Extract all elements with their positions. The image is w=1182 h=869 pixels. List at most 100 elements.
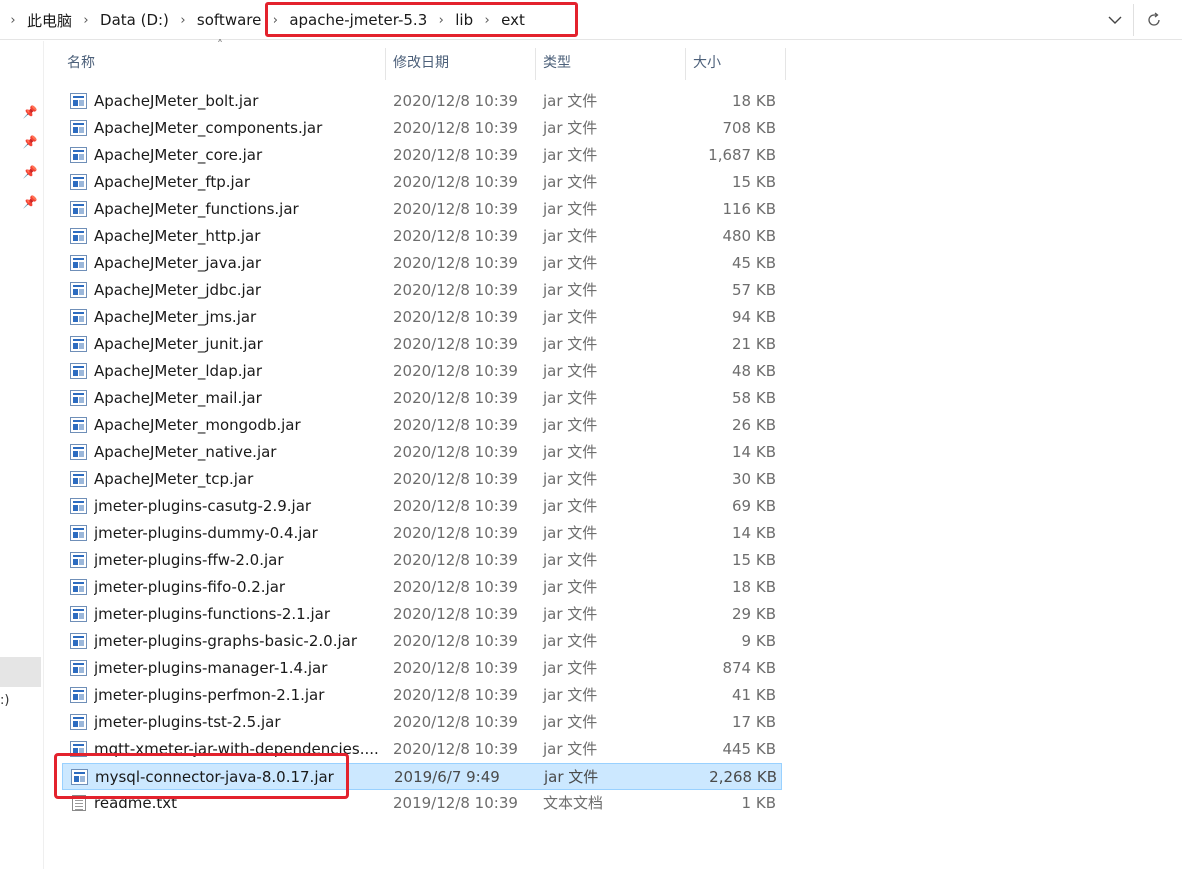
column-header-modified[interactable]: 修改日期 [386, 44, 535, 80]
jar-file-icon [70, 525, 87, 541]
file-row[interactable]: jmeter-plugins-fifo-0.2.jar 2020/12/8 10:… [62, 574, 782, 601]
file-row[interactable]: ApacheJMeter_http.jar 2020/12/8 10:39 jar … [62, 223, 782, 250]
file-modified-date: 2020/12/8 10:39 [393, 551, 518, 569]
file-type: jar 文件 [543, 713, 598, 731]
file-row[interactable]: ApacheJMeter_mail.jar 2020/12/8 10:39 jar … [62, 385, 782, 412]
file-name: ApacheJMeter_functions.jar [94, 200, 299, 218]
file-size: 45 KB [732, 254, 776, 272]
chevron-right-icon[interactable]: › [266, 13, 284, 28]
file-name: jmeter-plugins-ffw-2.0.jar [94, 551, 284, 569]
file-modified-date: 2020/12/8 10:39 [393, 740, 518, 758]
nav-selected-item[interactable] [0, 657, 41, 687]
text-file-icon [72, 795, 86, 811]
file-name: ApacheJMeter_java.jar [94, 254, 262, 272]
file-row[interactable]: ApacheJMeter_functions.jar 2020/12/8 10:3… [62, 196, 782, 223]
file-row[interactable]: jmeter-plugins-graphs-basic-2.0.jar 2020/… [62, 628, 782, 655]
file-row[interactable]: jmeter-plugins-manager-1.4.jar 2020/12/8 … [62, 655, 782, 682]
file-name: ApacheJMeter_http.jar [94, 227, 261, 245]
file-row[interactable]: ApacheJMeter_core.jar 2020/12/8 10:39 jar … [62, 142, 782, 169]
file-modified-date: 2020/12/8 10:39 [393, 470, 518, 488]
file-size: 58 KB [732, 389, 776, 407]
chevron-right-icon[interactable]: › [478, 13, 496, 28]
breadcrumb-apache-jmeter[interactable]: apache-jmeter-5.3 [284, 11, 432, 29]
file-type: jar 文件 [543, 497, 598, 515]
file-name: mysql-connector-java-8.0.17.jar [95, 768, 334, 786]
file-row[interactable]: mqtt-xmeter-jar-with-dependencies.... 202… [62, 736, 782, 763]
file-row[interactable]: ApacheJMeter_tcp.jar 2020/12/8 10:39 jar 文… [62, 466, 782, 493]
column-divider[interactable] [785, 48, 786, 80]
file-modified-date: 2020/12/8 10:39 [393, 362, 518, 380]
file-row[interactable]: readme.txt 2019/12/8 10:39 文本文档 1 KB [62, 790, 782, 817]
file-row[interactable]: jmeter-plugins-tst-2.5.jar 2020/12/8 10:3… [62, 709, 782, 736]
jar-file-icon [70, 417, 87, 433]
file-row[interactable]: jmeter-plugins-dummy-0.4.jar 2020/12/8 10… [62, 520, 782, 547]
pin-icon[interactable]: 📌 [22, 134, 38, 150]
file-row[interactable]: ApacheJMeter_native.jar 2020/12/8 10:39 ja… [62, 439, 782, 466]
file-row[interactable]: ApacheJMeter_ftp.jar 2020/12/8 10:39 jar 文… [62, 169, 782, 196]
file-name: ApacheJMeter_tcp.jar [94, 470, 254, 488]
file-row[interactable]: jmeter-plugins-ffw-2.0.jar 2020/12/8 10:3… [62, 547, 782, 574]
file-row[interactable]: ApacheJMeter_java.jar 2020/12/8 10:39 jar … [62, 250, 782, 277]
file-row[interactable]: jmeter-plugins-functions-2.1.jar 2020/12/… [62, 601, 782, 628]
jar-file-icon [70, 255, 87, 271]
file-modified-date: 2020/12/8 10:39 [393, 416, 518, 434]
file-row[interactable]: jmeter-plugins-casutg-2.9.jar 2020/12/8 1… [62, 493, 782, 520]
address-history-dropdown[interactable] [1098, 2, 1132, 38]
column-header-type[interactable]: 类型 [536, 44, 685, 80]
file-size: 1 KB [741, 794, 776, 812]
jar-file-icon [70, 579, 87, 595]
file-row[interactable]: jmeter-plugins-perfmon-2.1.jar 2020/12/8 … [62, 682, 782, 709]
breadcrumb-ext[interactable]: ext [496, 11, 530, 29]
jar-file-icon [70, 93, 87, 109]
pin-icon[interactable]: 📌 [22, 194, 38, 210]
jar-file-icon [70, 444, 87, 460]
file-row[interactable]: ApacheJMeter_bolt.jar 2020/12/8 10:39 jar … [62, 88, 782, 115]
refresh-button[interactable] [1137, 2, 1171, 38]
file-type: jar 文件 [543, 659, 598, 677]
breadcrumb-this-pc[interactable]: 此电脑 [22, 10, 77, 31]
file-modified-date: 2020/12/8 10:39 [393, 308, 518, 326]
breadcrumb-data-drive[interactable]: Data (D:) [95, 11, 174, 29]
file-modified-date: 2020/12/8 10:39 [393, 227, 518, 245]
file-modified-date: 2020/12/8 10:39 [393, 686, 518, 704]
file-name: jmeter-plugins-functions-2.1.jar [94, 605, 331, 623]
jar-file-icon [70, 498, 87, 514]
file-row[interactable]: ApacheJMeter_components.jar 2020/12/8 10:… [62, 115, 782, 142]
chevron-right-icon[interactable]: › [4, 13, 22, 28]
jar-file-icon [70, 309, 87, 325]
column-header-size[interactable]: 大小 [686, 44, 785, 80]
file-name: jmeter-plugins-perfmon-2.1.jar [94, 686, 325, 704]
file-row[interactable]: ApacheJMeter_jdbc.jar 2020/12/8 10:39 jar … [62, 277, 782, 304]
jar-file-icon [70, 282, 87, 298]
file-row[interactable]: ApacheJMeter_mongodb.jar 2020/12/8 10:39 j… [62, 412, 782, 439]
file-type: jar 文件 [543, 524, 598, 542]
file-type: jar 文件 [543, 173, 598, 191]
file-size: 18 KB [732, 92, 776, 110]
file-size: 14 KB [732, 443, 776, 461]
file-modified-date: 2020/12/8 10:39 [393, 443, 518, 461]
file-row[interactable]: ApacheJMeter_ldap.jar 2020/12/8 10:39 jar … [62, 358, 782, 385]
column-header-name[interactable]: 名称 [60, 44, 385, 80]
file-row[interactable]: mysql-connector-java-8.0.17.jar 2019/6/7 … [62, 763, 782, 790]
file-name: ApacheJMeter_components.jar [94, 119, 323, 137]
file-type: jar 文件 [543, 146, 598, 164]
file-size: 18 KB [732, 578, 776, 596]
file-size: 41 KB [732, 686, 776, 704]
file-name: ApacheJMeter_ftp.jar [94, 173, 251, 191]
file-modified-date: 2020/12/8 10:39 [393, 146, 518, 164]
file-modified-date: 2020/12/8 10:39 [393, 173, 518, 191]
file-modified-date: 2020/12/8 10:39 [393, 632, 518, 650]
file-row[interactable]: ApacheJMeter_junit.jar 2020/12/8 10:39 jar… [62, 331, 782, 358]
file-type: jar 文件 [543, 200, 598, 218]
chevron-right-icon[interactable]: › [174, 13, 192, 28]
pin-icon[interactable]: 📌 [22, 164, 38, 180]
file-type: jar 文件 [543, 686, 598, 704]
breadcrumb-software[interactable]: software [192, 11, 266, 29]
file-name: ApacheJMeter_bolt.jar [94, 92, 259, 110]
pin-icon[interactable]: 📌 [22, 104, 38, 120]
file-row[interactable]: ApacheJMeter_jms.jar 2020/12/8 10:39 jar 文… [62, 304, 782, 331]
chevron-right-icon[interactable]: › [432, 13, 450, 28]
breadcrumb-lib[interactable]: lib [450, 11, 478, 29]
chevron-right-icon[interactable]: › [77, 13, 95, 28]
nav-item-partial-label[interactable]: :) [0, 693, 10, 708]
